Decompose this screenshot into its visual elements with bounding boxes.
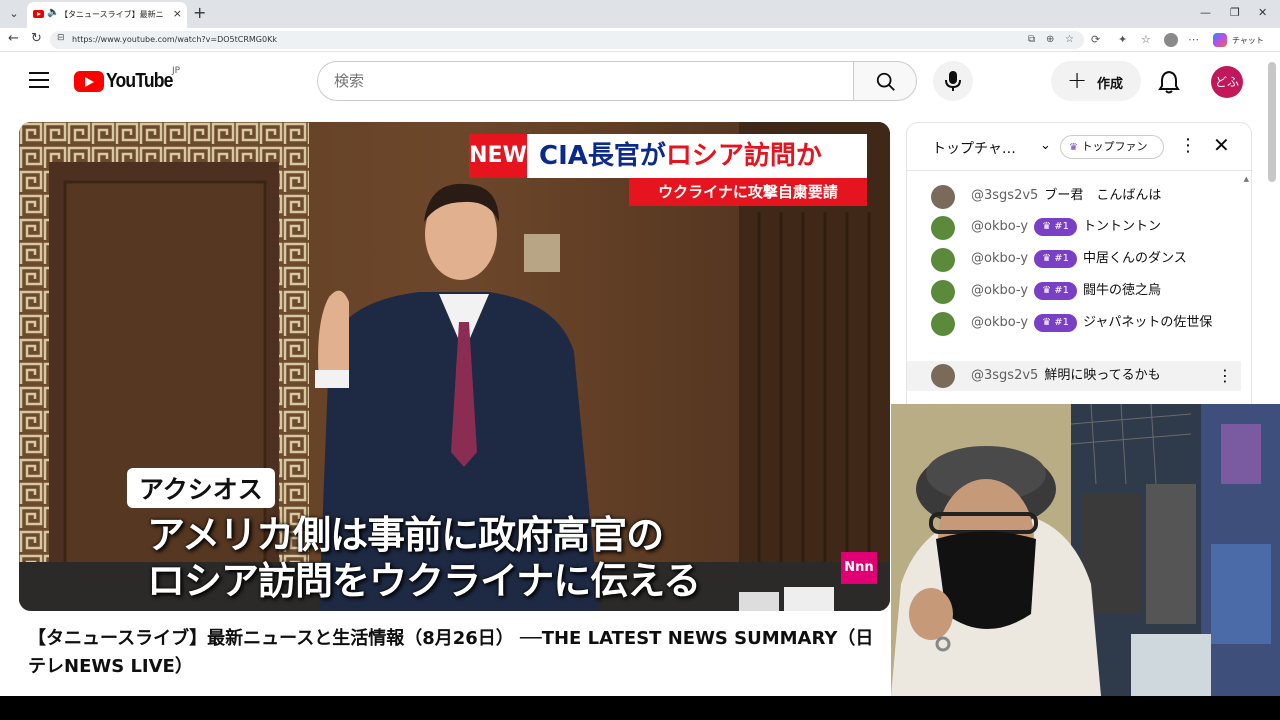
video-title: 【タニュースライブ】最新ニュースと生活情報（8月26日） ──THE LATES… [28, 628, 874, 677]
top-fan-badge: ♛ #1 [1034, 282, 1077, 300]
speaker-icon[interactable]: 🔈 [47, 7, 59, 18]
copilot-chat-label[interactable]: チャット [1232, 35, 1264, 46]
video-player[interactable]: NEW CIA長官がロシア訪問か ウクライナに攻撃自粛要請 アクシオス アメリカ… [19, 122, 890, 611]
news-subheadline: ウクライナに攻撃自粛要請 [629, 178, 867, 206]
page-scrollbar[interactable] [1268, 62, 1276, 182]
top-fan-badge: ♛ #1 [1034, 218, 1077, 236]
chat-text: 鮮明に映ってるかも [1044, 368, 1161, 383]
top-fan-filter-button[interactable]: ♛ トップファン [1060, 135, 1164, 159]
bottom-black-bar [0, 696, 1280, 720]
chat-author[interactable]: @okbo-y [971, 315, 1028, 330]
chat-avatar[interactable] [931, 248, 955, 272]
browser-tab-active[interactable]: 🔈 【タニュースライブ】最新ニュースと生 × [27, 2, 187, 28]
copilot-icon[interactable] [1213, 33, 1227, 47]
search-box [317, 61, 854, 101]
caption-line-2: ロシア訪問をウクライナに伝える [147, 559, 701, 603]
tab-close-icon[interactable]: × [173, 7, 182, 20]
search-button[interactable] [853, 61, 917, 101]
site-info-icon[interactable]: ⊟ [57, 33, 65, 43]
region-code: JP [172, 66, 181, 76]
favorites-icon[interactable]: ☆ [1141, 33, 1151, 46]
message-menu-icon[interactable]: ⋮ [1217, 365, 1233, 387]
plus-icon: + [1067, 66, 1088, 94]
news-headline-part1: CIA長官が [539, 141, 666, 171]
chat-avatar[interactable] [931, 280, 955, 304]
chat-close-icon[interactable]: ✕ [1213, 133, 1230, 157]
refresh-extension-icon[interactable]: ⟳ [1091, 33, 1100, 46]
crown-icon: ♛ [1069, 142, 1078, 153]
url-text: https://www.youtube.com/watch?v=DO5tCRMG… [72, 35, 277, 44]
news-headline-part2: ロシア訪問か [665, 141, 822, 171]
youtube-wordmark[interactable]: YouTube [106, 70, 173, 93]
guide-menu-icon[interactable] [29, 72, 49, 88]
create-button[interactable]: + 作成 [1051, 61, 1141, 101]
tab-list-chevron-icon[interactable]: ⌄ [4, 4, 24, 24]
chat-avatar[interactable] [931, 312, 955, 336]
chat-author[interactable]: @3sgs2v5 [971, 368, 1038, 383]
top-fan-badge: ♛ #1 [1034, 314, 1077, 332]
microphone-icon [945, 71, 961, 91]
top-fan-filter-label: トップファン [1081, 140, 1148, 153]
caption-source: アクシオス [127, 468, 275, 508]
chat-more-icon[interactable]: ⋮ [1179, 135, 1197, 156]
favorite-star-icon[interactable]: ☆ [1065, 34, 1074, 45]
chat-text: 中居くんのダンス [1083, 251, 1187, 266]
chat-text: ジャパネットの佐世保 [1083, 315, 1213, 330]
youtube-favicon-icon [33, 10, 44, 18]
more-options-icon[interactable]: ⋯ [1188, 33, 1199, 46]
extensions-icon[interactable]: ✦ [1118, 33, 1127, 46]
chevron-down-icon[interactable]: ⌄ [1040, 138, 1051, 153]
address-bar: ← ↻ ⊟ https://www.youtube.com/watch?v=DO… [0, 28, 1280, 52]
window-close-icon[interactable]: ✕ [1258, 6, 1267, 19]
chat-avatar[interactable] [931, 216, 955, 240]
chat-text: トントントン [1083, 219, 1162, 234]
url-field[interactable]: ⊟ https://www.youtube.com/watch?v=DO5tCR… [50, 31, 1084, 49]
chat-author[interactable]: @okbo-y [971, 251, 1028, 266]
chat-scroll-up-icon[interactable]: ▲ [1244, 175, 1249, 183]
live-chat-panel: トップチャ… ⌄ ♛ トップファン ⋮ ✕ ▲ @3sgs2v5 ブー君 こんばん… [906, 122, 1252, 412]
minimize-icon[interactable]: — [1200, 6, 1211, 19]
chat-avatar[interactable] [931, 364, 955, 388]
webcam-overlay [891, 404, 1280, 696]
chat-author[interactable]: @okbo-y [971, 219, 1028, 234]
notifications-bell-icon[interactable] [1158, 70, 1180, 94]
back-icon[interactable]: ← [8, 31, 19, 46]
create-label: 作成 [1097, 77, 1124, 92]
news-headline: CIA長官がロシア訪問か [527, 134, 867, 178]
chat-text: 闘牛の徳之烏 [1083, 283, 1162, 298]
tab-title: 【タニュースライブ】最新ニュースと生 [60, 10, 164, 19]
browser-tab-bar: ⌄ 🔈 【タニュースライブ】最新ニュースと生 × + — ❐ ✕ [0, 0, 1280, 28]
chat-author[interactable]: @okbo-y [971, 283, 1028, 298]
chat-text: ブー君 こんばんは [1044, 188, 1162, 203]
youtube-masthead: YouTube JP + 作成 どふ [0, 52, 1280, 110]
search-input[interactable] [334, 71, 834, 91]
profile-avatar-icon[interactable] [1164, 33, 1178, 47]
chat-author[interactable]: @3sgs2v5 [971, 188, 1038, 203]
voice-search-button[interactable] [933, 61, 973, 101]
webcam-image [891, 404, 1280, 696]
live-chat-header: トップチャ… ⌄ ♛ トップファン ⋮ ✕ [907, 123, 1251, 171]
chat-avatar[interactable] [931, 185, 955, 209]
zoom-icon[interactable]: ⊕ [1046, 34, 1054, 45]
account-avatar[interactable]: どふ [1211, 66, 1243, 98]
top-fan-badge: ♛ #1 [1034, 250, 1077, 268]
youtube-logo-icon[interactable] [74, 71, 104, 92]
channel-watermark: Nnn [841, 552, 877, 584]
new-tab-icon[interactable]: + [193, 3, 206, 22]
news-new-badge: NEW [469, 134, 527, 178]
restore-icon[interactable]: ❐ [1230, 6, 1240, 19]
chat-message-hovered[interactable]: @3sgs2v5 鮮明に映ってるかも ⋮ [907, 361, 1241, 391]
search-icon [876, 72, 895, 91]
app-available-icon[interactable]: ⧉ [1028, 34, 1035, 45]
chat-mode-selector[interactable]: トップチャ… [932, 138, 1016, 158]
reload-icon[interactable]: ↻ [31, 31, 42, 46]
